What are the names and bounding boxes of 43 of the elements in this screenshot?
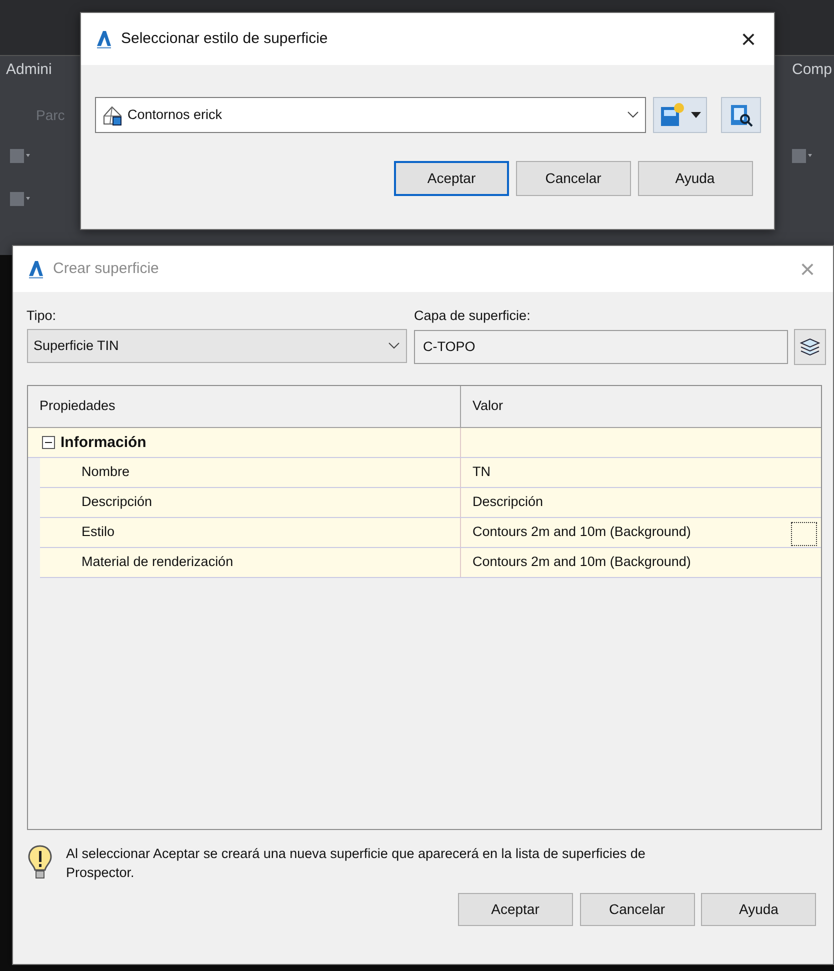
property-value: Contours 2m and 10m (Background) xyxy=(472,523,691,542)
dialog-button[interactable]: Cancelar xyxy=(580,893,694,926)
dialog-button[interactable]: Aceptar xyxy=(458,893,573,926)
layer-field[interactable]: C-TOPO xyxy=(414,330,788,364)
property-name: Estilo xyxy=(40,518,460,548)
caret-icon xyxy=(627,111,640,119)
property-value: TN xyxy=(472,463,490,482)
ribbon-tab[interactable]: Comp xyxy=(790,55,834,86)
column-header: Valor xyxy=(472,397,504,416)
type-dropdown[interactable]: Superficie TIN xyxy=(26,329,406,364)
dialog-button[interactable]: Ayuda xyxy=(701,893,816,926)
property-value: Contours 2m and 10m (Background) xyxy=(472,553,691,572)
style-dropdown[interactable]: Contornos erick xyxy=(94,97,646,133)
dialog-button[interactable]: Cancelar xyxy=(516,161,631,196)
preview-style-button[interactable] xyxy=(720,97,760,133)
caret-icon xyxy=(690,110,702,120)
property-name: Material de renderización xyxy=(40,548,460,578)
dialog-button[interactable]: Aceptar xyxy=(394,161,509,196)
dropdown-value: Superficie TIN xyxy=(34,337,119,355)
app-logo-icon xyxy=(95,29,113,49)
group-label: Información xyxy=(60,432,146,453)
lightbulb-icon xyxy=(26,844,52,880)
dialog-button[interactable]: Ayuda xyxy=(638,161,752,196)
property-value: Descripción xyxy=(472,493,544,512)
info-message: Al seleccionar Aceptar se creará una nueva superficie que aparecerá en la lista de superficies de Prospector. xyxy=(66,844,646,882)
caret-icon xyxy=(388,342,400,350)
property-name: Nombre xyxy=(40,458,460,488)
dropdown-value: Contornos erick xyxy=(128,106,222,124)
collapse-toggle[interactable] xyxy=(42,436,54,450)
field-label: Capa de superficie: xyxy=(414,306,532,325)
column-header: Propiedades xyxy=(28,386,460,428)
window-title: Crear superficie xyxy=(53,258,159,279)
new-style-icon xyxy=(658,101,686,129)
new-style-button[interactable] xyxy=(653,97,707,133)
layer-button[interactable] xyxy=(794,329,826,366)
app-logo-icon xyxy=(27,259,45,279)
close-button[interactable]: × xyxy=(736,26,760,52)
ribbon-tab[interactable]: Admini xyxy=(4,55,54,86)
ellipsis-button[interactable] xyxy=(791,522,818,546)
field-label: Tipo: xyxy=(26,306,58,325)
window-title: Seleccionar estilo de superficie xyxy=(121,28,328,49)
surface-style-icon xyxy=(102,104,124,126)
property-name: Descripción xyxy=(40,488,460,518)
